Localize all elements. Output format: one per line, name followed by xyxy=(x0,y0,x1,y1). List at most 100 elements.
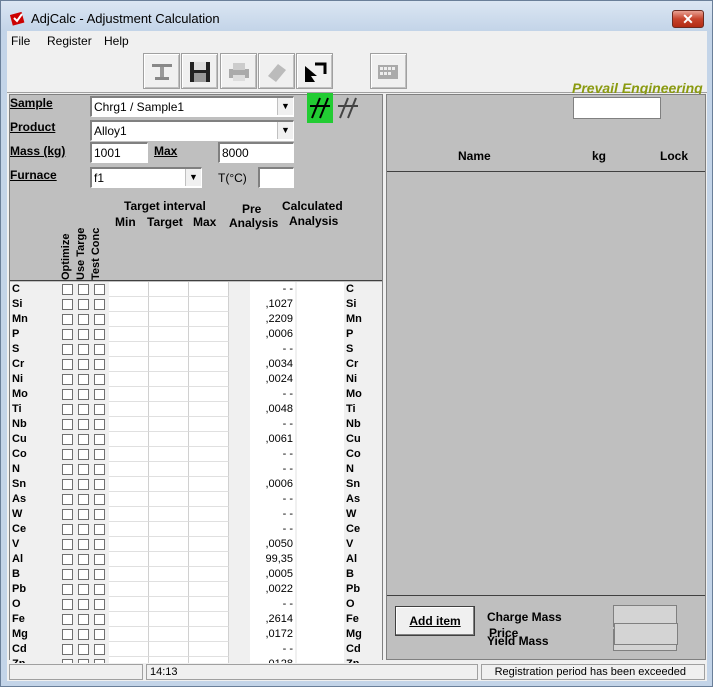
use-target-checkbox[interactable] xyxy=(78,629,89,640)
target-cell[interactable] xyxy=(149,507,189,522)
scale-button[interactable] xyxy=(143,53,180,89)
use-target-checkbox[interactable] xyxy=(78,434,89,445)
min-cell[interactable] xyxy=(109,327,149,342)
target-cell[interactable] xyxy=(149,552,189,567)
min-cell[interactable] xyxy=(109,432,149,447)
test-cond-checkbox[interactable] xyxy=(94,314,105,325)
optimize-checkbox[interactable] xyxy=(62,614,73,625)
max-cell[interactable] xyxy=(189,312,229,327)
chevron-down-icon[interactable]: ▼ xyxy=(185,169,201,186)
max-cell[interactable] xyxy=(189,627,229,642)
target-cell[interactable] xyxy=(149,582,189,597)
target-cell[interactable] xyxy=(149,477,189,492)
target-cell[interactable] xyxy=(149,522,189,537)
test-cond-checkbox[interactable] xyxy=(94,629,105,640)
max-cell[interactable] xyxy=(189,492,229,507)
target-cell[interactable] xyxy=(149,567,189,582)
target-cell[interactable] xyxy=(149,357,189,372)
max-cell[interactable] xyxy=(189,432,229,447)
max-cell[interactable] xyxy=(189,402,229,417)
use-target-checkbox[interactable] xyxy=(78,464,89,475)
target-cell[interactable] xyxy=(149,402,189,417)
use-target-checkbox[interactable] xyxy=(78,344,89,355)
test-cond-checkbox[interactable] xyxy=(94,329,105,340)
target-cell[interactable] xyxy=(149,537,189,552)
min-cell[interactable] xyxy=(109,462,149,477)
use-target-checkbox[interactable] xyxy=(78,644,89,655)
formula-icon[interactable] xyxy=(306,92,358,124)
min-cell[interactable] xyxy=(109,537,149,552)
max-cell[interactable] xyxy=(189,567,229,582)
use-target-checkbox[interactable] xyxy=(78,494,89,505)
test-cond-checkbox[interactable] xyxy=(94,389,105,400)
target-cell[interactable] xyxy=(149,432,189,447)
min-cell[interactable] xyxy=(109,297,149,312)
use-target-checkbox[interactable] xyxy=(78,299,89,310)
max-cell[interactable] xyxy=(189,462,229,477)
min-cell[interactable] xyxy=(109,642,149,657)
optimize-checkbox[interactable] xyxy=(62,314,73,325)
test-cond-checkbox[interactable] xyxy=(94,584,105,595)
target-cell[interactable] xyxy=(149,387,189,402)
max-cell[interactable] xyxy=(189,342,229,357)
keyboard-button[interactable] xyxy=(370,53,407,89)
add-item-button[interactable]: Add item xyxy=(395,606,475,636)
use-target-checkbox[interactable] xyxy=(78,374,89,385)
min-cell[interactable] xyxy=(109,282,149,297)
max-cell[interactable] xyxy=(189,357,229,372)
product-select[interactable]: Alloy1 ▼ xyxy=(90,120,294,141)
target-cell[interactable] xyxy=(149,282,189,297)
min-cell[interactable] xyxy=(109,552,149,567)
close-button[interactable]: ✕ xyxy=(672,10,704,28)
test-cond-checkbox[interactable] xyxy=(94,554,105,565)
target-cell[interactable] xyxy=(149,327,189,342)
optimize-checkbox[interactable] xyxy=(62,374,73,385)
test-cond-checkbox[interactable] xyxy=(94,494,105,505)
pointer-button[interactable] xyxy=(296,53,333,89)
test-cond-checkbox[interactable] xyxy=(94,614,105,625)
optimize-checkbox[interactable] xyxy=(62,464,73,475)
optimize-checkbox[interactable] xyxy=(62,344,73,355)
optimize-checkbox[interactable] xyxy=(62,284,73,295)
use-target-checkbox[interactable] xyxy=(78,359,89,370)
optimize-checkbox[interactable] xyxy=(62,554,73,565)
max-cell[interactable] xyxy=(189,612,229,627)
test-cond-checkbox[interactable] xyxy=(94,479,105,490)
max-cell[interactable] xyxy=(189,597,229,612)
min-cell[interactable] xyxy=(109,342,149,357)
lock-total-field[interactable] xyxy=(573,97,661,119)
test-cond-checkbox[interactable] xyxy=(94,644,105,655)
max-cell[interactable] xyxy=(189,507,229,522)
use-target-checkbox[interactable] xyxy=(78,599,89,610)
eraser-button[interactable] xyxy=(258,53,295,89)
optimize-checkbox[interactable] xyxy=(62,299,73,310)
target-cell[interactable] xyxy=(149,417,189,432)
min-cell[interactable] xyxy=(109,447,149,462)
test-cond-checkbox[interactable] xyxy=(94,449,105,460)
chevron-down-icon[interactable]: ▼ xyxy=(277,98,293,115)
min-cell[interactable] xyxy=(109,417,149,432)
min-cell[interactable] xyxy=(109,492,149,507)
max-cell[interactable] xyxy=(189,417,229,432)
target-cell[interactable] xyxy=(149,372,189,387)
use-target-checkbox[interactable] xyxy=(78,584,89,595)
use-target-checkbox[interactable] xyxy=(78,509,89,520)
use-target-checkbox[interactable] xyxy=(78,404,89,415)
max-cell[interactable] xyxy=(189,447,229,462)
test-cond-checkbox[interactable] xyxy=(94,284,105,295)
max-cell[interactable] xyxy=(189,522,229,537)
optimize-checkbox[interactable] xyxy=(62,569,73,580)
use-target-checkbox[interactable] xyxy=(78,614,89,625)
test-cond-checkbox[interactable] xyxy=(94,434,105,445)
optimize-checkbox[interactable] xyxy=(62,359,73,370)
target-cell[interactable] xyxy=(149,462,189,477)
min-cell[interactable] xyxy=(109,387,149,402)
additions-list[interactable] xyxy=(387,171,705,594)
max-cell[interactable] xyxy=(189,477,229,492)
min-cell[interactable] xyxy=(109,312,149,327)
optimize-checkbox[interactable] xyxy=(62,329,73,340)
target-cell[interactable] xyxy=(149,297,189,312)
optimize-checkbox[interactable] xyxy=(62,389,73,400)
min-cell[interactable] xyxy=(109,402,149,417)
target-cell[interactable] xyxy=(149,312,189,327)
